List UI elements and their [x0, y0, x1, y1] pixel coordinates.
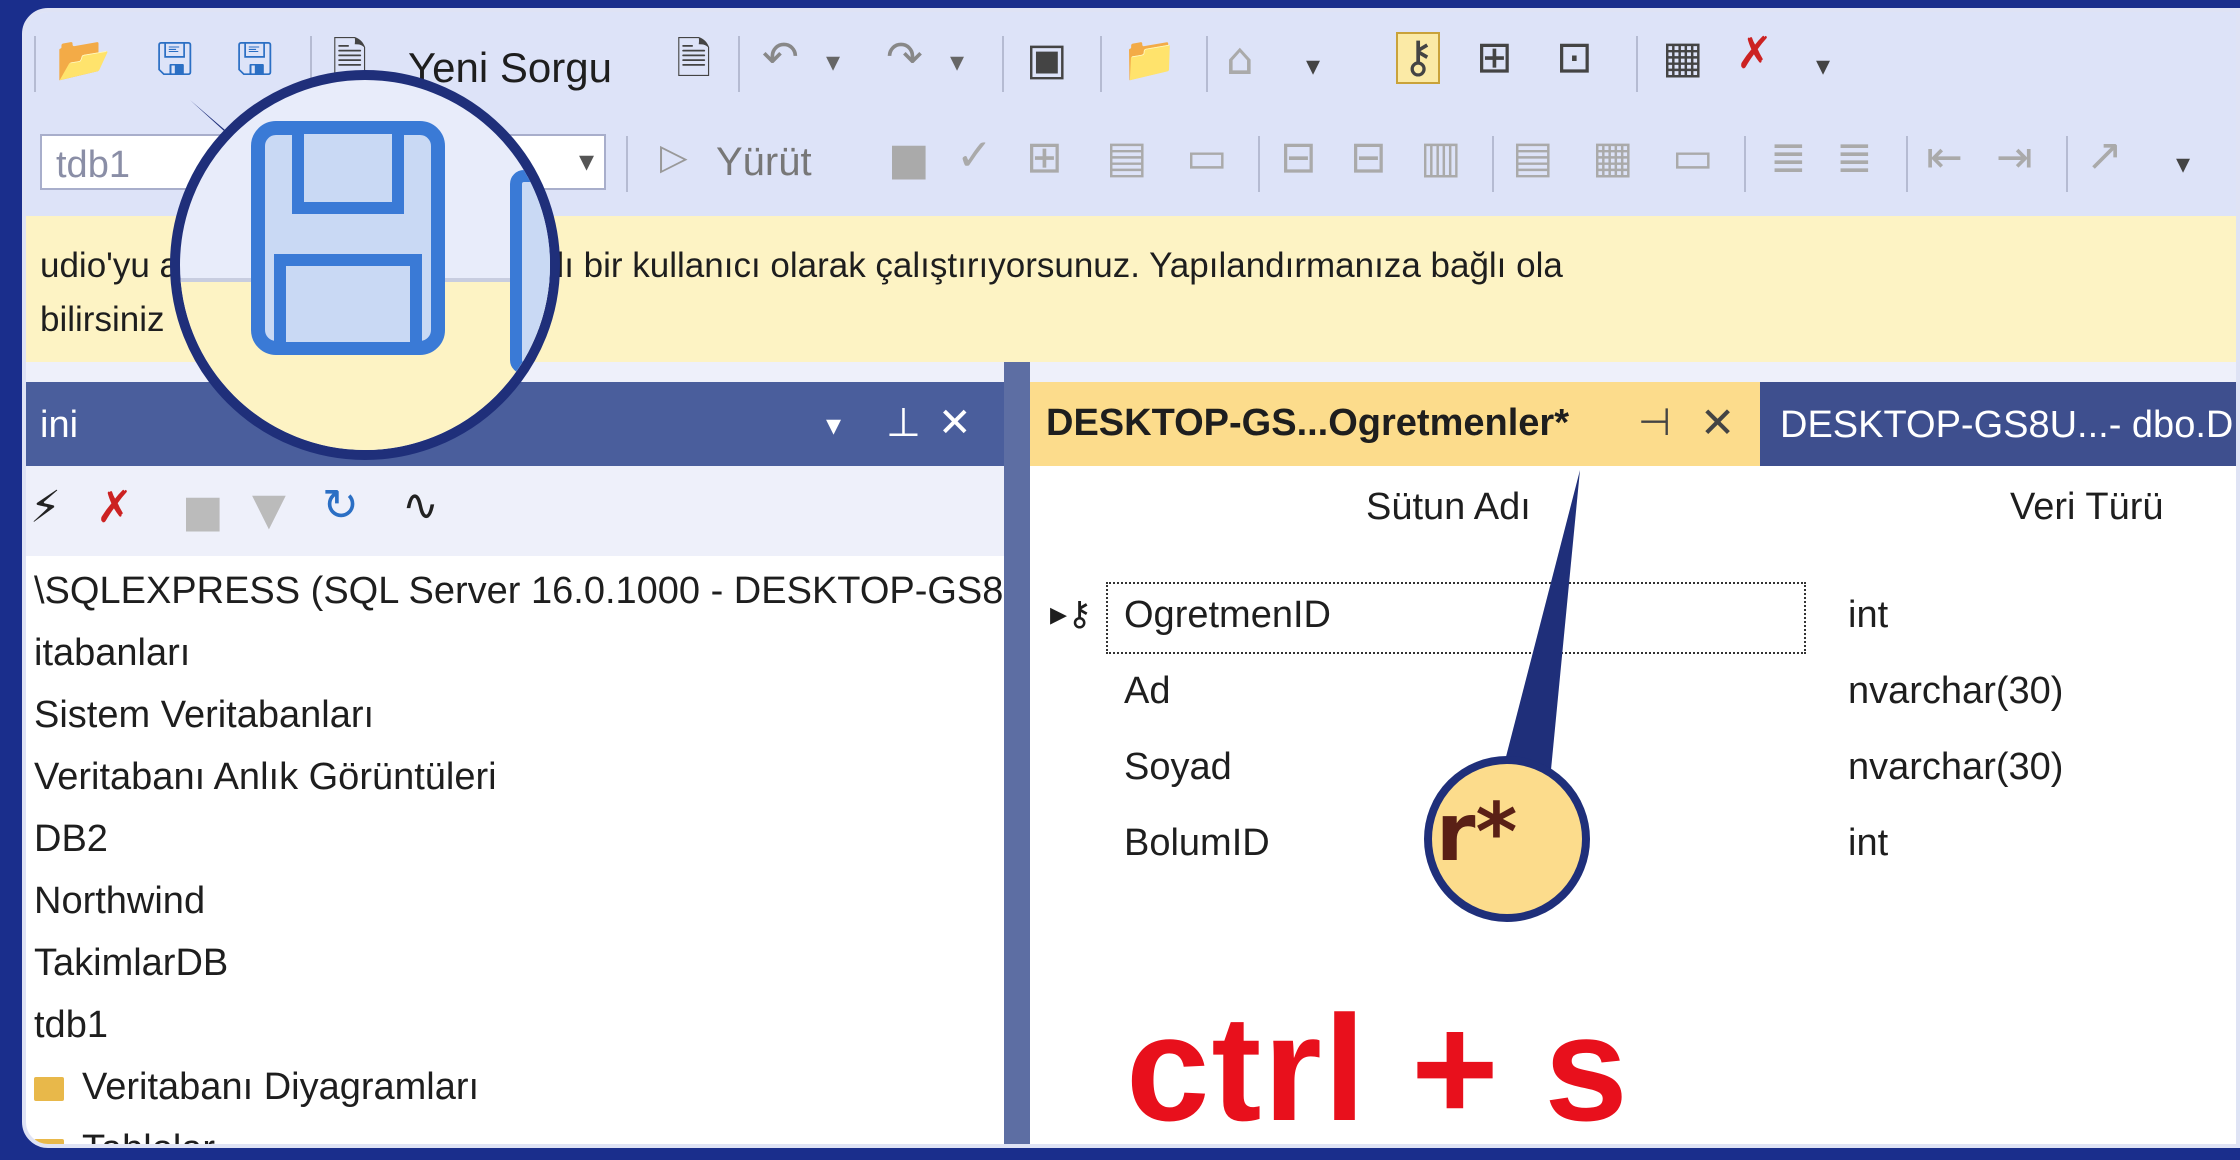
unsaved-indicator-magnifier: r* — [1424, 756, 1590, 922]
save-icon — [251, 121, 445, 355]
magnifier-pointer-2 — [1500, 470, 1580, 780]
save-button-magnifier — [170, 70, 560, 460]
keyboard-shortcut-caption: ctrl + s — [1126, 984, 1630, 1152]
zoomed-asterisk: r* — [1436, 786, 1518, 879]
